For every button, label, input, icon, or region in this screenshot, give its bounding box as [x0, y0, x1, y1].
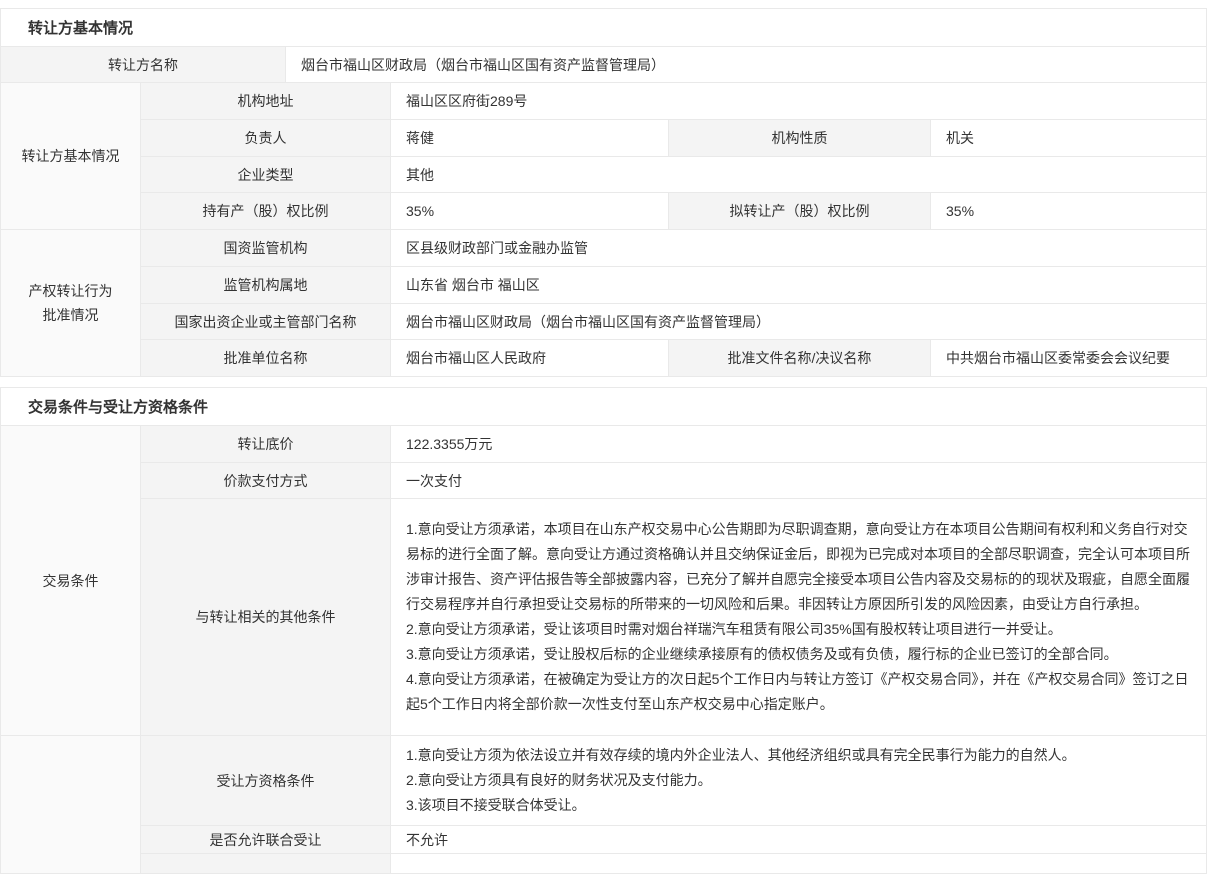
head-label: 负责人	[141, 120, 391, 156]
regulator-region-value: 山东省 烟台市 福山区	[391, 267, 1206, 303]
page: 转让方基本情况 转让方名称 烟台市福山区财政局（烟台市福山区国有资产监督管理局）…	[0, 0, 1207, 874]
row-floor-price: 转让底价 122.3355万元	[141, 426, 1206, 462]
payment-method-value: 一次支付	[391, 463, 1206, 498]
trade-conditions-table: 交易条件与受让方资格条件 交易条件 转让底价 122.3355万元 价款支付方式…	[0, 387, 1207, 874]
group-trade-conditions-label: 交易条件	[1, 426, 141, 735]
enterprise-type-value: 其他	[391, 157, 1206, 192]
org-address-value: 福山区区府街289号	[391, 83, 1206, 119]
held-ratio-label: 持有产（股）权比例	[141, 193, 391, 229]
row-approval-unit: 批准单位名称 烟台市福山区人民政府 批准文件名称/决议名称 中共烟台市福山区委常…	[141, 339, 1206, 376]
group-approval-info: 产权转让行为 批准情况 国资监管机构 区县级财政部门或金融办监管 监管机构属地 …	[1, 229, 1206, 376]
approval-doc-label: 批准文件名称/决议名称	[669, 340, 931, 376]
group-approval-label-line2: 批准情况	[43, 303, 99, 327]
org-nature-label: 机构性质	[669, 120, 931, 156]
row-equity-ratios: 持有产（股）权比例 35% 拟转让产（股）权比例 35%	[141, 192, 1206, 229]
row-other-conditions: 与转让相关的其他条件 1.意向受让方须承诺，本项目在山东产权交易中心公告期即为尽…	[141, 498, 1206, 735]
floor-price-label: 转让底价	[141, 426, 391, 462]
table-gap	[0, 377, 1207, 387]
qualification-label: 受让方资格条件	[141, 736, 391, 825]
regulator-value: 区县级财政部门或金融办监管	[391, 230, 1206, 266]
transferor-info-table: 转让方基本情况 转让方名称 烟台市福山区财政局（烟台市福山区国有资产监督管理局）…	[0, 8, 1207, 377]
group-transferee-qualification: 受让方资格条件 1.意向受让方须为依法设立并有效存续的境内外企业法人、其他经济组…	[1, 735, 1206, 873]
group-trade-conditions: 交易条件 转让底价 122.3355万元 价款支付方式 一次支付 与转让相关的其…	[1, 425, 1206, 735]
other-conditions-value: 1.意向受让方须承诺，本项目在山东产权交易中心公告期即为尽职调查期，意向受让方在…	[391, 499, 1206, 735]
qualification-item: 1.意向受让方须为依法设立并有效存续的境内外企业法人、其他经济组织或具有完全民事…	[406, 743, 1076, 768]
group-basic-info: 转让方基本情况 机构地址 福山区区府街289号 负责人 蒋健 机构性质 机关 企…	[1, 82, 1206, 229]
org-nature-value: 机关	[931, 120, 1206, 156]
group-basic-info-label: 转让方基本情况	[1, 83, 141, 229]
row-regulator: 国资监管机构 区县级财政部门或金融办监管	[141, 230, 1206, 266]
enterprise-type-label: 企业类型	[141, 157, 391, 192]
section-title-transferor: 转让方基本情况	[1, 9, 1206, 46]
planned-ratio-value: 35%	[931, 193, 1206, 229]
approval-doc-value: 中共烟台市福山区委常委会会议纪要	[931, 340, 1206, 376]
group-approval-info-rows: 国资监管机构 区县级财政部门或金融办监管 监管机构属地 山东省 烟台市 福山区 …	[141, 230, 1206, 376]
partial-row	[141, 853, 1206, 873]
row-state-funder: 国家出资企业或主管部门名称 烟台市福山区财政局（烟台市福山区国有资产监督管理局）	[141, 303, 1206, 339]
partial-row-label	[141, 854, 391, 873]
org-address-label: 机构地址	[141, 83, 391, 119]
row-joint-transfer: 是否允许联合受让 不允许	[141, 825, 1206, 853]
transferor-name-value: 烟台市福山区财政局（烟台市福山区国有资产监督管理局）	[286, 47, 1206, 82]
group-basic-info-label-text: 转让方基本情况	[22, 144, 120, 168]
other-condition-item: 1.意向受让方须承诺，本项目在山东产权交易中心公告期即为尽职调查期，意向受让方在…	[406, 517, 1191, 617]
regulator-region-label: 监管机构属地	[141, 267, 391, 303]
row-enterprise-type: 企业类型 其他	[141, 156, 1206, 192]
group-approval-label-line1: 产权转让行为	[29, 279, 113, 303]
joint-transfer-value: 不允许	[391, 826, 1206, 853]
group-basic-info-rows: 机构地址 福山区区府街289号 负责人 蒋健 机构性质 机关 企业类型 其他 持…	[141, 83, 1206, 229]
other-condition-item: 2.意向受让方须承诺，受让该项目时需对烟台祥瑞汽车租赁有限公司35%国有股权转让…	[406, 617, 1062, 642]
section-title-text: 转让方基本情况	[28, 17, 133, 38]
regulator-label: 国资监管机构	[141, 230, 391, 266]
row-qualification: 受让方资格条件 1.意向受让方须为依法设立并有效存续的境内外企业法人、其他经济组…	[141, 736, 1206, 825]
approval-unit-value: 烟台市福山区人民政府	[391, 340, 669, 376]
qualification-value: 1.意向受让方须为依法设立并有效存续的境内外企业法人、其他经济组织或具有完全民事…	[391, 736, 1206, 825]
row-payment-method: 价款支付方式 一次支付	[141, 462, 1206, 498]
group-transferee-qualification-rows: 受让方资格条件 1.意向受让方须为依法设立并有效存续的境内外企业法人、其他经济组…	[141, 736, 1206, 873]
row-org-address: 机构地址 福山区区府街289号	[141, 83, 1206, 119]
head-value: 蒋健	[391, 120, 669, 156]
group-transferee-qualification-leftcol	[1, 736, 141, 873]
other-condition-item: 4.意向受让方须承诺，在被确定为受让方的次日起5个工作日内与转让方签订《产权交易…	[406, 667, 1191, 717]
qualification-item: 3.该项目不接受联合体受让。	[406, 793, 586, 818]
section-title-conditions-text: 交易条件与受让方资格条件	[28, 396, 208, 417]
group-approval-info-label: 产权转让行为 批准情况	[1, 230, 141, 376]
held-ratio-value: 35%	[391, 193, 669, 229]
row-regulator-region: 监管机构属地 山东省 烟台市 福山区	[141, 266, 1206, 303]
group-trade-conditions-rows: 转让底价 122.3355万元 价款支付方式 一次支付 与转让相关的其他条件 1…	[141, 426, 1206, 735]
transferor-name-label: 转让方名称	[1, 47, 286, 82]
section-title-conditions: 交易条件与受让方资格条件	[1, 388, 1206, 425]
other-condition-item: 3.意向受让方须承诺，受让股权后标的企业继续承接原有的债权债务及或有负债，履行标…	[406, 642, 1118, 667]
partial-row-value	[391, 854, 1206, 873]
joint-transfer-label: 是否允许联合受让	[141, 826, 391, 853]
approval-unit-label: 批准单位名称	[141, 340, 391, 376]
state-funder-label: 国家出资企业或主管部门名称	[141, 304, 391, 339]
row-head-and-nature: 负责人 蒋健 机构性质 机关	[141, 119, 1206, 156]
state-funder-value: 烟台市福山区财政局（烟台市福山区国有资产监督管理局）	[391, 304, 1206, 339]
other-conditions-label: 与转让相关的其他条件	[141, 499, 391, 735]
payment-method-label: 价款支付方式	[141, 463, 391, 498]
row-transferor-name: 转让方名称 烟台市福山区财政局（烟台市福山区国有资产监督管理局）	[1, 46, 1206, 82]
floor-price-value: 122.3355万元	[391, 426, 1206, 462]
planned-ratio-label: 拟转让产（股）权比例	[669, 193, 931, 229]
qualification-item: 2.意向受让方须具有良好的财务状况及支付能力。	[406, 768, 712, 793]
group-trade-conditions-label-text: 交易条件	[43, 569, 99, 593]
